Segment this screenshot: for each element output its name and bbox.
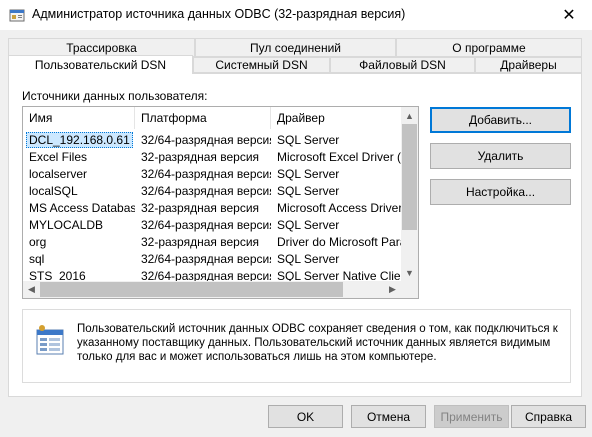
column-header-name[interactable]: Имя <box>23 107 135 129</box>
data-source-icon <box>36 325 64 355</box>
tab-connection-pool[interactable]: Пул соединений <box>195 38 396 57</box>
vertical-scroll-thumb[interactable] <box>402 124 417 230</box>
ok-button[interactable]: OK <box>268 405 343 428</box>
configure-button[interactable]: Настройка... <box>430 179 571 205</box>
list-item[interactable]: localserver 32/64-разрядная версия SQL S… <box>23 166 403 183</box>
tab-about[interactable]: О программе <box>396 38 582 57</box>
window-title: Администратор источника данных ODBC (32-… <box>32 7 406 21</box>
list-header: Имя Платформа Драйвер <box>23 107 403 129</box>
tab-system-dsn[interactable]: Системный DSN <box>193 57 330 73</box>
user-data-sources-label: Источники данных пользователя: <box>22 89 208 103</box>
list-item[interactable]: sql 32/64-разрядная версия SQL Server <box>23 251 403 268</box>
list-item[interactable]: DCL_192.168.0.61 32/64-разрядная версия … <box>23 132 403 149</box>
info-description: Пользовательский источник данных ODBC со… <box>77 323 558 363</box>
list-rows: DCL_192.168.0.61 32/64-разрядная версия … <box>23 132 403 285</box>
scroll-up-icon[interactable]: ▲ <box>401 107 418 124</box>
scroll-down-icon[interactable]: ▼ <box>401 264 418 281</box>
list-item[interactable]: MS Access Database 32-разрядная версия M… <box>23 200 403 217</box>
horizontal-scrollbar[interactable]: ◀ ▶ <box>23 281 401 298</box>
odbc-app-icon <box>9 9 25 22</box>
scroll-right-icon[interactable]: ▶ <box>384 281 401 298</box>
scroll-left-icon[interactable]: ◀ <box>23 281 40 298</box>
apply-button[interactable]: Применить <box>434 405 509 428</box>
vertical-scrollbar[interactable]: ▲ ▼ <box>401 107 418 281</box>
list-item[interactable]: MYLOCALDB 32/64-разрядная версия SQL Ser… <box>23 217 403 234</box>
column-header-driver[interactable]: Драйвер <box>271 107 403 129</box>
list-item[interactable]: localSQL 32/64-разрядная версия SQL Serv… <box>23 183 403 200</box>
data-sources-list[interactable]: Имя Платформа Драйвер DCL_192.168.0.61 3… <box>22 106 419 299</box>
odbc-admin-window: Администратор источника данных ODBC (32-… <box>0 0 592 437</box>
close-button[interactable]: ✕ <box>546 0 592 30</box>
close-icon: ✕ <box>562 7 576 24</box>
horizontal-scroll-thumb[interactable] <box>40 282 343 297</box>
add-button[interactable]: Добавить... <box>430 107 571 133</box>
tab-user-dsn[interactable]: Пользовательский DSN <box>8 55 193 74</box>
tab-drivers[interactable]: Драйверы <box>475 57 582 73</box>
help-button[interactable]: Справка <box>511 405 586 428</box>
list-item[interactable]: Excel Files 32-разрядная версия Microsof… <box>23 149 403 166</box>
title-bar: Администратор источника данных ODBC (32-… <box>0 0 592 30</box>
column-header-platform[interactable]: Платформа <box>135 107 271 129</box>
scroll-corner <box>401 281 418 298</box>
remove-button[interactable]: Удалить <box>430 143 571 169</box>
cancel-button[interactable]: Отмена <box>351 405 426 428</box>
info-box: Пользовательский источник данных ODBC со… <box>22 309 571 383</box>
list-item[interactable]: org 32-разрядная версия Driver do Micros… <box>23 234 403 251</box>
tab-file-dsn[interactable]: Файловый DSN <box>330 57 475 73</box>
